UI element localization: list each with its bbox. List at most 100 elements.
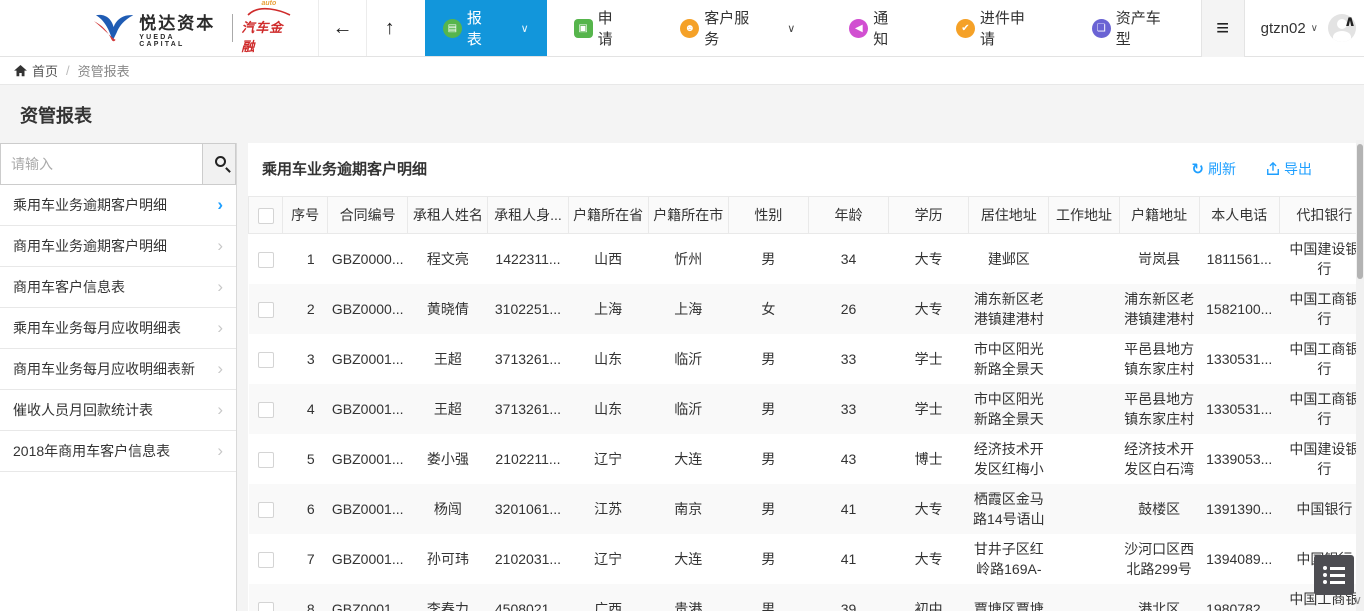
sidebar-item[interactable]: 商用车业务每月应收明细表新›: [0, 349, 236, 390]
nav-tab-客户服务[interactable]: ☻客户服务∨: [653, 0, 822, 56]
incoming-apply-icon: ✔: [956, 19, 975, 38]
column-header: 居住地址: [969, 197, 1049, 234]
back-button[interactable]: ←: [318, 0, 365, 56]
column-header: 承租人身...: [488, 197, 568, 234]
row-checkbox[interactable]: [258, 452, 274, 468]
sidebar-item[interactable]: 商用车客户信息表›: [0, 267, 236, 308]
table-cell: 娄小强: [408, 434, 488, 484]
table-cell: 学士: [889, 334, 969, 384]
table-cell: 平邑县地方镇东家庄村: [1119, 384, 1199, 434]
table-cell: 中国工商银行: [1279, 284, 1364, 334]
table-cell: 中国工商银行: [1279, 384, 1364, 434]
sidebar-item-label: 乘用车业务逾期客户明细: [13, 185, 167, 225]
table-cell: 大连: [648, 534, 728, 584]
table-cell: 4508021...: [488, 584, 568, 611]
row-checkbox[interactable]: [258, 352, 274, 368]
table-cell: 博士: [889, 434, 969, 484]
table-cell: 2102031...: [488, 534, 568, 584]
table-cell: 5: [283, 434, 328, 484]
nav-tab-label: 申请: [598, 7, 627, 49]
table-cell: 1391390...: [1199, 484, 1279, 534]
table-cell: 临沂: [648, 334, 728, 384]
row-checkbox[interactable]: [258, 252, 274, 268]
search-input[interactable]: [0, 143, 202, 185]
row-checkbox[interactable]: [258, 602, 274, 611]
row-checkbox-cell: [249, 234, 283, 284]
row-checkbox[interactable]: [258, 302, 274, 318]
row-checkbox-cell: [249, 434, 283, 484]
table-cell: 男: [728, 234, 808, 284]
breadcrumb-current: 资管报表: [78, 61, 130, 80]
nav-tab-进件申请[interactable]: ✔ 进件申请: [929, 0, 1065, 56]
nav-tab-通知[interactable]: ◀通知: [822, 0, 929, 56]
table-cell: 41: [808, 534, 888, 584]
table-cell: [1049, 334, 1119, 384]
page-title: 资管报表: [0, 85, 1364, 143]
yueda-logo-icon: [92, 11, 135, 45]
table-cell: 男: [728, 334, 808, 384]
table-cell: 甘井子区红岭路169A-: [969, 534, 1049, 584]
sidebar-items: 乘用车业务逾期客户明细›商用车业务逾期客户明细›商用车客户信息表›乘用车业务每月…: [0, 185, 236, 472]
collapse-navbar-button[interactable]: ∧: [1344, 12, 1356, 30]
row-checkbox[interactable]: [258, 502, 274, 518]
table-cell: [1049, 284, 1119, 334]
user-menu[interactable]: gtzn02 ∨: [1261, 20, 1318, 37]
sidebar-item-label: 商用车业务逾期客户明细: [13, 226, 167, 266]
table-cell: 26: [808, 284, 888, 334]
table-cell: 经济技术开发区红梅小: [969, 434, 1049, 484]
nav-tab-label: 通知: [873, 7, 902, 49]
car-outline-icon: [246, 7, 292, 17]
table-cell: [1049, 484, 1119, 534]
nav-tab-申请[interactable]: ▣申请: [547, 0, 654, 56]
nav-tab-资产车型[interactable]: ❏ 资产车型: [1065, 0, 1201, 56]
hamburger-menu-button[interactable]: ≡: [1201, 0, 1245, 57]
row-checkbox[interactable]: [258, 402, 274, 418]
table-cell: 2: [283, 284, 328, 334]
row-checkbox-cell: [249, 384, 283, 434]
table-row: 7GBZ0001...孙可玮2102031...辽宁大连男41大专甘井子区红岭路…: [249, 534, 1364, 584]
search-button[interactable]: [202, 143, 236, 185]
nav-tab-label: 进件申请: [980, 7, 1038, 49]
sidebar-item[interactable]: 乘用车业务每月应收明细表›: [0, 308, 236, 349]
row-checkbox[interactable]: [258, 552, 274, 568]
column-list-button[interactable]: [1314, 555, 1354, 595]
table-cell: 忻州: [648, 234, 728, 284]
column-header: 承租人姓名: [408, 197, 488, 234]
sidebar-item[interactable]: 催收人员月回款统计表›: [0, 390, 236, 431]
sidebar-item-label: 2018年商用车客户信息表: [13, 431, 170, 471]
breadcrumb-home-link[interactable]: 首页: [14, 61, 58, 80]
row-checkbox-cell: [249, 584, 283, 611]
up-button[interactable]: ↑: [366, 0, 413, 56]
table-cell: 沙河口区西北路299号: [1119, 534, 1199, 584]
table-cell: 39: [808, 584, 888, 611]
table-cell: [1049, 434, 1119, 484]
asset-model-icon: ❏: [1092, 19, 1111, 38]
chevron-down-icon: ∨: [787, 22, 795, 35]
table-cell: 1330531...: [1199, 334, 1279, 384]
table-cell: 2102211...: [488, 434, 568, 484]
column-header: 代扣银行: [1279, 197, 1364, 234]
sidebar-item[interactable]: 2018年商用车客户信息表›: [0, 431, 236, 472]
nav-tab-报表[interactable]: ▤报表∨: [425, 0, 547, 56]
table-cell: 王超: [408, 334, 488, 384]
table-cell: 中国工商银行: [1279, 334, 1364, 384]
refresh-button[interactable]: ↻ 刷新: [1191, 159, 1236, 179]
table-cell: 大专: [889, 284, 969, 334]
brand-name-en: YUEDA CAPITAL: [139, 34, 222, 48]
table-body: 1GBZ0000...程文亮1422311...山西忻州男34大专建邺区岢岚县1…: [249, 234, 1364, 611]
sidebar-item[interactable]: 商用车业务逾期客户明细›: [0, 226, 236, 267]
table-cell: 6: [283, 484, 328, 534]
select-all-checkbox[interactable]: [258, 208, 274, 224]
vertical-scrollbar[interactable]: [1356, 140, 1364, 611]
table-cell: 江苏: [568, 484, 648, 534]
export-button[interactable]: 导出: [1266, 159, 1312, 179]
table-cell: 3201061...: [488, 484, 568, 534]
scrollbar-thumb[interactable]: [1357, 144, 1363, 279]
table-cell: 大专: [889, 484, 969, 534]
scroll-down-chevron[interactable]: ∨: [1353, 593, 1362, 607]
sidebar-item[interactable]: 乘用车业务逾期客户明细›: [0, 185, 236, 226]
table-cell: 33: [808, 334, 888, 384]
nav-tab-label: 资产车型: [1116, 7, 1174, 49]
table-cell: 市中区阳光新路全景天: [969, 384, 1049, 434]
table-cell: 栖霞区金马路14号语山: [969, 484, 1049, 534]
